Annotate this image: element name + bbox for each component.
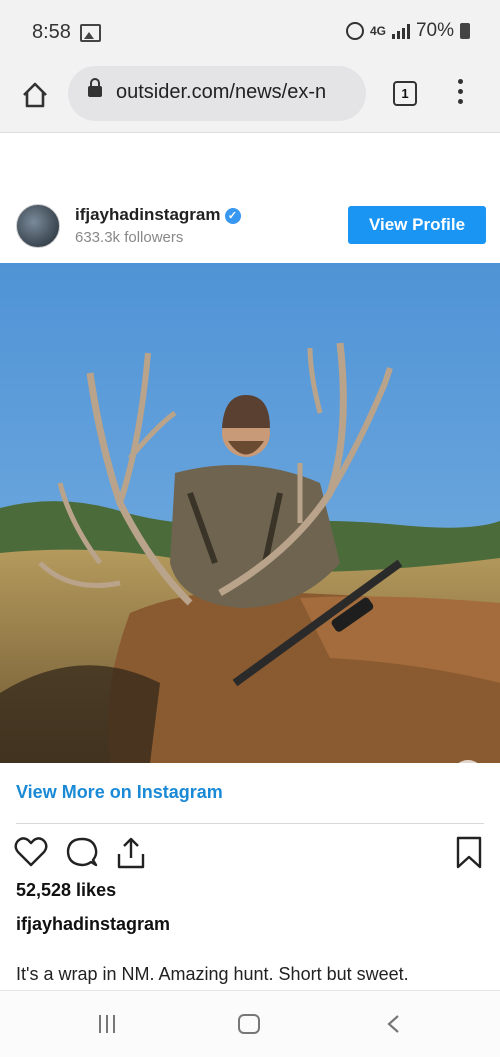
back-icon[interactable] bbox=[383, 1013, 405, 1035]
lock-icon bbox=[88, 78, 102, 97]
status-bar: 8:58 4G 70% bbox=[0, 0, 500, 62]
post-image[interactable]: › bbox=[0, 263, 500, 763]
url-text: outsider.com/news/ex-n bbox=[116, 81, 327, 103]
battery-icon bbox=[460, 23, 470, 39]
bookmark-icon[interactable] bbox=[455, 836, 483, 870]
hunting-photo bbox=[0, 263, 500, 763]
battery-percent: 70% bbox=[415, 20, 454, 41]
more-vert-icon[interactable] bbox=[456, 79, 464, 109]
caption-username[interactable]: ifjayhadinstagram bbox=[16, 914, 170, 935]
divider bbox=[16, 823, 484, 824]
follower-count: 633.3k followers bbox=[75, 229, 184, 246]
comment-icon[interactable] bbox=[65, 836, 99, 868]
avatar[interactable] bbox=[16, 204, 60, 248]
browser-toolbar: outsider.com/news/ex-n 1 bbox=[0, 62, 500, 133]
tab-switcher-button[interactable]: 1 bbox=[393, 81, 417, 106]
status-time: 8:58 bbox=[32, 21, 71, 43]
alarm-icon bbox=[345, 22, 364, 40]
status-indicators: 4G 70% bbox=[345, 20, 470, 42]
home-icon[interactable] bbox=[20, 80, 50, 110]
recent-apps-icon[interactable] bbox=[99, 1015, 115, 1033]
address-bar[interactable]: outsider.com/news/ex-n bbox=[68, 66, 366, 121]
profile-username[interactable]: ifjayhadinstagram ✓ bbox=[75, 205, 241, 225]
nav-home-icon[interactable] bbox=[238, 1014, 260, 1034]
post-caption: It's a wrap in NM. Amazing hunt. Short b… bbox=[16, 964, 409, 984]
view-more-link[interactable]: View More on Instagram bbox=[16, 782, 223, 803]
verified-badge-icon: ✓ bbox=[224, 208, 241, 224]
like-count[interactable]: 52,528 likes bbox=[16, 880, 116, 901]
signal-icon bbox=[391, 23, 410, 39]
share-icon[interactable] bbox=[115, 836, 147, 870]
view-profile-button[interactable]: View Profile bbox=[348, 206, 486, 244]
gallery-notification-icon bbox=[80, 24, 101, 42]
system-nav-bar bbox=[0, 990, 500, 1057]
network-type: 4G bbox=[369, 24, 386, 38]
heart-icon[interactable] bbox=[14, 836, 48, 868]
